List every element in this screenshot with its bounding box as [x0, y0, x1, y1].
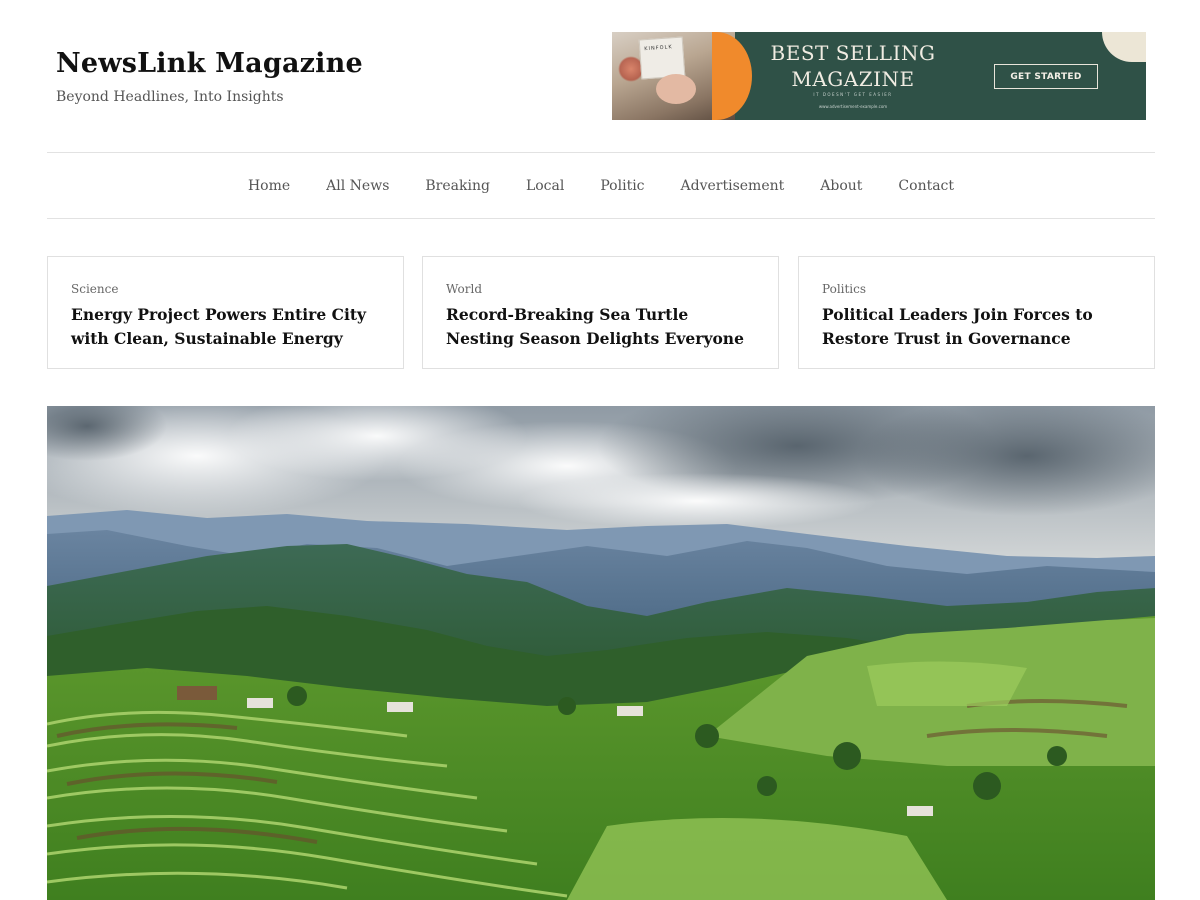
card-category[interactable]: World: [446, 282, 482, 296]
ad-headline-line2: MAGAZINE: [791, 67, 915, 91]
nav-item-contact[interactable]: Contact: [880, 178, 972, 194]
ad-headline: BEST SELLING MAGAZINE: [762, 40, 944, 92]
advertisement-banner[interactable]: KINFOLK BEST SELLING MAGAZINE IT DOESN'T…: [612, 32, 1146, 120]
card-category[interactable]: Science: [71, 282, 118, 296]
site-tagline: Beyond Headlines, Into Insights: [56, 89, 284, 105]
nav-list: Home All News Breaking Local Politic Adv…: [47, 153, 1155, 218]
hero-image-landscape[interactable]: [47, 406, 1155, 900]
card-title[interactable]: Record-Breaking Sea Turtle Nesting Seaso…: [446, 303, 756, 351]
main-navigation: Home All News Breaking Local Politic Adv…: [47, 152, 1155, 219]
nav-item-local[interactable]: Local: [508, 178, 582, 194]
site-header: NewsLink Magazine Beyond Headlines, Into…: [0, 0, 1200, 153]
featured-posts: Science Energy Project Powers Entire Cit…: [47, 256, 1155, 370]
ad-subline: IT DOESN'T GET EASIER: [813, 92, 893, 97]
nav-item-about[interactable]: About: [802, 178, 880, 194]
nav-item-home[interactable]: Home: [230, 178, 308, 194]
ad-corner-shape: [1102, 32, 1146, 62]
hero-landscape-illustration: [47, 406, 1155, 900]
ad-headline-line1: BEST SELLING: [770, 41, 936, 65]
nav-item-politic[interactable]: Politic: [582, 178, 662, 194]
ad-orange-shape: [712, 32, 752, 120]
ad-hand-graphic: [656, 74, 696, 104]
ad-url: www.advertisement-example.com: [818, 104, 888, 109]
nav-item-advertisement[interactable]: Advertisement: [663, 178, 803, 194]
featured-card-politics[interactable]: Politics Political Leaders Join Forces t…: [798, 256, 1155, 369]
card-category[interactable]: Politics: [822, 282, 866, 296]
nav-item-breaking[interactable]: Breaking: [407, 178, 508, 194]
card-title[interactable]: Energy Project Powers Entire City with C…: [71, 303, 381, 351]
site-branding: NewsLink Magazine Beyond Headlines, Into…: [56, 48, 363, 105]
clouds: [47, 406, 1155, 529]
ad-get-started-button[interactable]: GET STARTED: [994, 64, 1098, 89]
featured-card-science[interactable]: Science Energy Project Powers Entire Cit…: [47, 256, 404, 369]
card-title[interactable]: Political Leaders Join Forces to Restore…: [822, 303, 1132, 351]
ad-magazine-graphic: KINFOLK: [638, 36, 686, 80]
nav-item-all-news[interactable]: All News: [308, 178, 407, 194]
ad-magazine-label: KINFOLK: [644, 44, 673, 53]
site-title[interactable]: NewsLink Magazine: [56, 48, 363, 79]
featured-card-world[interactable]: World Record-Breaking Sea Turtle Nesting…: [422, 256, 779, 369]
